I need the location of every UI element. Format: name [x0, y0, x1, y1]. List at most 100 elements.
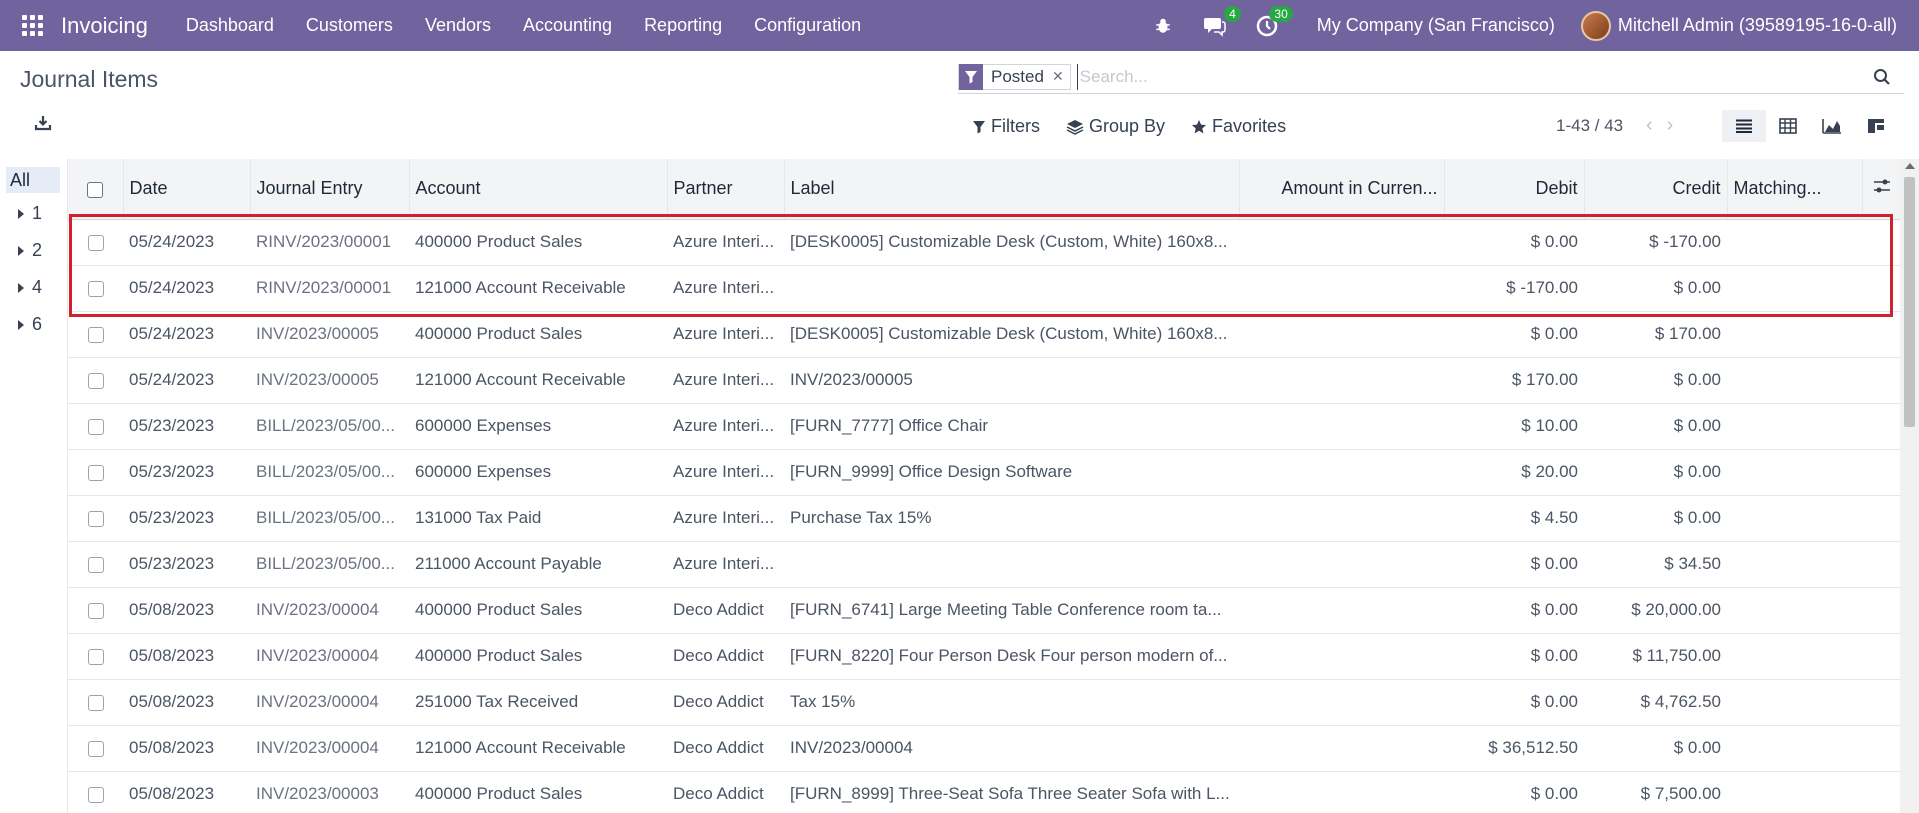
cell-journal-entry: BILL/2023/05/00...	[250, 403, 409, 450]
table-row[interactable]: 05/23/2023 BILL/2023/05/00... 600000 Expen…	[68, 403, 1900, 450]
column-header-account[interactable]: Account	[409, 159, 668, 220]
select-all-checkbox[interactable]	[87, 181, 104, 198]
column-header-debit[interactable]: Debit	[1444, 159, 1585, 220]
company-switcher[interactable]: My Company (San Francisco)	[1317, 15, 1555, 36]
scroll-up-arrow-icon[interactable]	[1905, 163, 1915, 169]
column-header-partner[interactable]: Partner	[667, 159, 785, 220]
row-checkbox[interactable]	[87, 602, 104, 619]
cell-label: Tax 15%	[784, 679, 1239, 726]
favorites-button[interactable]: Favorites	[1191, 116, 1286, 137]
row-checkbox[interactable]	[87, 234, 104, 251]
row-end-cell	[1862, 679, 1900, 726]
row-checkbox[interactable]	[87, 418, 104, 435]
side-item-all[interactable]: All	[6, 167, 60, 193]
debug-bug-icon[interactable]	[1151, 14, 1175, 38]
cell-account: 600000 Expenses	[409, 449, 667, 496]
facet-remove-icon[interactable]: ✕	[1052, 68, 1070, 85]
optional-columns-sliders-icon[interactable]	[1873, 178, 1891, 194]
side-item-label: 4	[32, 277, 43, 297]
group-by-button[interactable]: Group By	[1066, 116, 1165, 137]
table-row[interactable]: 05/24/2023 RINV/2023/00001 121000 Account …	[68, 265, 1900, 312]
column-header-label[interactable]: Label	[784, 159, 1240, 220]
menu-vendors[interactable]: Vendors	[425, 15, 491, 36]
row-end-cell	[1862, 587, 1900, 634]
activities-clock-icon[interactable]: 30	[1255, 5, 1293, 38]
row-checkbox[interactable]	[87, 740, 104, 757]
cell-amount-currency	[1239, 449, 1444, 496]
column-header-journal-entry[interactable]: Journal Entry	[250, 159, 410, 220]
table-row[interactable]: 05/08/2023 INV/2023/00003 400000 Product S…	[68, 771, 1900, 813]
table-row[interactable]: 05/08/2023 INV/2023/00004 121000 Account R…	[68, 725, 1900, 772]
cell-journal-entry: INV/2023/00004	[250, 633, 409, 680]
cell-amount-currency	[1239, 725, 1444, 772]
row-checkbox[interactable]	[87, 648, 104, 665]
row-checkbox[interactable]	[87, 326, 104, 343]
cell-date: 05/23/2023	[123, 403, 250, 450]
kanban-view-icon[interactable]	[1854, 110, 1898, 142]
download-icon[interactable]	[34, 114, 52, 132]
menu-customers[interactable]: Customers	[306, 15, 393, 36]
view-switcher	[1722, 110, 1898, 142]
scroll-thumb[interactable]	[1904, 177, 1915, 427]
cell-journal-entry: INV/2023/00005	[250, 357, 409, 404]
pager-value[interactable]: 1-43 / 43	[1556, 116, 1623, 136]
table-row[interactable]: 05/24/2023 RINV/2023/00001 400000 Product …	[68, 219, 1900, 266]
cell-account: 400000 Product Sales	[409, 311, 667, 358]
user-avatar[interactable]	[1580, 10, 1611, 41]
table-row[interactable]: 05/08/2023 INV/2023/00004 400000 Product S…	[68, 633, 1900, 680]
search-facet-posted[interactable]: Posted ✕	[958, 63, 1071, 90]
facet-label: Posted	[991, 66, 1044, 86]
cell-debit: $ 0.00	[1444, 587, 1584, 634]
messages-chat-icon[interactable]: 4	[1203, 5, 1241, 38]
table-row[interactable]: 05/23/2023 BILL/2023/05/00... 131000 Tax P…	[68, 495, 1900, 542]
table-row[interactable]: 05/24/2023 INV/2023/00005 400000 Product S…	[68, 311, 1900, 358]
side-item-1[interactable]: 1	[0, 195, 66, 232]
table-row[interactable]: 05/08/2023 INV/2023/00004 400000 Product S…	[68, 587, 1900, 634]
side-item-4[interactable]: 4	[0, 269, 66, 306]
cell-credit: $ 0.00	[1584, 449, 1727, 496]
table-row[interactable]: 05/23/2023 BILL/2023/05/00... 211000 Accou…	[68, 541, 1900, 588]
filters-button[interactable]: Filters	[972, 116, 1040, 137]
column-header-credit[interactable]: Credit	[1584, 159, 1728, 220]
column-header-amount-currency[interactable]: Amount in Curren...	[1239, 159, 1445, 220]
row-checkbox[interactable]	[87, 280, 104, 297]
search-icon[interactable]	[1870, 65, 1894, 89]
row-checkbox[interactable]	[87, 786, 104, 803]
column-header-matching[interactable]: Matching...	[1727, 159, 1863, 220]
list-view-icon[interactable]	[1722, 110, 1766, 142]
apps-menu-icon[interactable]	[22, 14, 44, 37]
search-input[interactable]	[1076, 63, 1870, 90]
cell-date: 05/24/2023	[123, 265, 250, 312]
cell-debit: $ 10.00	[1444, 403, 1584, 450]
cell-matching	[1727, 265, 1862, 312]
cell-credit: $ 0.00	[1584, 495, 1727, 542]
row-checkbox[interactable]	[87, 510, 104, 527]
column-header-date[interactable]: Date	[123, 159, 251, 220]
user-menu[interactable]: Mitchell Admin (39589195-16-0-all)	[1618, 15, 1897, 36]
vertical-scrollbar[interactable]	[1900, 159, 1919, 813]
table-row[interactable]: 05/23/2023 BILL/2023/05/00... 600000 Expen…	[68, 449, 1900, 496]
table-row[interactable]: 05/08/2023 INV/2023/00004 251000 Tax Recei…	[68, 679, 1900, 726]
app-brand[interactable]: Invoicing	[61, 13, 148, 39]
menu-accounting[interactable]: Accounting	[523, 15, 612, 36]
cell-debit: $ -170.00	[1444, 265, 1584, 312]
table-row[interactable]: 05/24/2023 INV/2023/00005 121000 Account R…	[68, 357, 1900, 404]
pager-previous-icon[interactable]: ‹	[1646, 114, 1653, 137]
side-item-6[interactable]: 6	[0, 306, 66, 343]
row-checkbox[interactable]	[87, 694, 104, 711]
menu-reporting[interactable]: Reporting	[644, 15, 722, 36]
row-checkbox[interactable]	[87, 464, 104, 481]
cell-date: 05/08/2023	[123, 633, 250, 680]
cell-credit: $ 0.00	[1584, 265, 1727, 312]
row-select-cell	[68, 403, 123, 450]
row-end-cell	[1862, 265, 1900, 312]
cell-date: 05/08/2023	[123, 725, 250, 772]
pager-next-icon[interactable]: ›	[1667, 114, 1674, 137]
pivot-view-icon[interactable]	[1766, 110, 1810, 142]
graph-view-icon[interactable]	[1810, 110, 1854, 142]
row-checkbox[interactable]	[87, 556, 104, 573]
menu-dashboard[interactable]: Dashboard	[186, 15, 274, 36]
row-checkbox[interactable]	[87, 372, 104, 389]
menu-configuration[interactable]: Configuration	[754, 15, 861, 36]
side-item-2[interactable]: 2	[0, 232, 66, 269]
